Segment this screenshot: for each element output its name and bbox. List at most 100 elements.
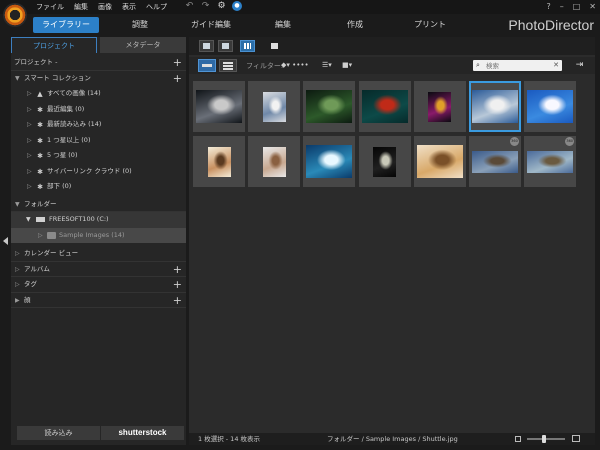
expand-arrow-icon[interactable]: ▷ (27, 148, 32, 164)
help-button[interactable]: ? (546, 1, 550, 12)
folder-item-label: Sample Images (14) (59, 230, 125, 239)
expand-arrow-icon[interactable]: ▷ (15, 246, 20, 262)
smart-collection-item[interactable]: ▷ ▲ すべての画像 (14) (11, 86, 186, 102)
photo-image (361, 90, 408, 123)
zoom-in-icon[interactable] (572, 435, 580, 442)
tab-edit[interactable]: 編集 (268, 17, 298, 33)
add-album-icon[interactable]: + (173, 262, 182, 278)
zoom-slider-thumb[interactable] (542, 435, 547, 443)
sort-dropdown[interactable]: ☰▾ (322, 60, 332, 71)
photo-thumbnail-jumping-man[interactable] (524, 81, 577, 132)
zoom-out-icon[interactable] (515, 436, 521, 442)
single-view-button[interactable] (199, 40, 214, 52)
folder-header[interactable]: ▼ フォルダー (11, 197, 186, 213)
smart-collection-header[interactable]: ▼ スマート コレクション + (11, 71, 186, 87)
export-button[interactable]: ⇥ (571, 59, 588, 72)
photo-thumbnail-forest-path[interactable] (303, 81, 356, 132)
minimize-button[interactable]: – (560, 1, 564, 12)
add-project-icon[interactable]: + (173, 55, 182, 71)
close-button[interactable]: ✕ (589, 1, 596, 12)
maximize-button[interactable]: □ (573, 1, 581, 12)
collapse-arrow-icon[interactable]: ▼ (15, 197, 20, 213)
add-tag-icon[interactable]: + (173, 277, 182, 293)
expand-arrow-icon[interactable]: ▶ (15, 293, 20, 309)
photo-thumbnail-woman-smile[interactable] (193, 136, 245, 187)
photo-thumbnail-model-portrait[interactable] (248, 81, 301, 132)
clear-search-icon[interactable]: ✕ (553, 60, 559, 71)
add-face-icon[interactable]: + (173, 293, 182, 309)
photo-thumbnail-child-portrait[interactable] (248, 136, 301, 187)
photo-image (196, 90, 242, 123)
tab-print[interactable]: プリント (410, 17, 450, 33)
smart-collection-item[interactable]: ▷ ✱ 1 つ星以上 (0) (11, 133, 186, 149)
photo-thumbnail-panorama-360-b[interactable]: 360 (524, 136, 577, 187)
photo-thumbnail-panorama-360-a[interactable]: 360 (469, 136, 521, 187)
smart-collection-item[interactable]: ▷ ✱ 5 つ星 (0) (11, 148, 186, 164)
search-input[interactable] (486, 60, 548, 71)
tab-library[interactable]: ライブラリー (33, 17, 99, 33)
tab-adjust[interactable]: 調整 (120, 17, 160, 33)
smart-collection-item[interactable]: ▷ ✱ サイバーリンク クラウド (0) (11, 164, 186, 180)
sparkle-icon: ✱ (37, 136, 43, 145)
undo-icon[interactable]: ↶ (184, 1, 195, 12)
expand-arrow-icon[interactable]: ▷ (27, 133, 32, 149)
display-toggle-button[interactable] (267, 40, 282, 52)
photo-image (472, 150, 518, 173)
calendar-view-header[interactable]: ▷ カレンダー ビュー (11, 246, 186, 262)
compare-view-button[interactable] (218, 40, 233, 52)
library-tree: プロジェクト - + ▼ スマート コレクション + ▷ ▲ すべての画像 (14)… (11, 55, 186, 308)
menu-bar: ファイル 編集 画像 表示 ヘルプ ↶ ↷ ⚙ ● ? – □ ✕ (0, 0, 600, 14)
collapse-arrow-icon[interactable]: ▼ (26, 212, 31, 228)
expand-arrow-icon[interactable]: ▷ (27, 86, 32, 102)
expand-arrow-icon[interactable]: ▷ (15, 262, 20, 278)
menu-item[interactable]: 表示 (122, 2, 136, 12)
tab-create[interactable]: 作成 (340, 17, 370, 33)
collapse-panel-arrow-icon[interactable] (3, 237, 8, 245)
shutterstock-button[interactable]: shutterstock (101, 426, 184, 440)
account-icon[interactable]: ● (232, 1, 242, 11)
photo-thumbnail-colorful-lights[interactable] (413, 81, 466, 132)
tab-project[interactable]: プロジェクト (11, 37, 97, 53)
menu-item[interactable]: ファイル (36, 2, 64, 12)
collapse-arrow-icon[interactable]: ▼ (15, 71, 20, 87)
expand-arrow-icon[interactable]: ▷ (27, 164, 32, 180)
flag-filter-dropdown[interactable]: ◆▾ •••• (281, 60, 309, 71)
zoom-slider[interactable] (527, 435, 565, 443)
color-label-dropdown[interactable]: ■▾ (342, 60, 352, 71)
expand-arrow-icon[interactable]: ▷ (27, 179, 32, 195)
project-row[interactable]: プロジェクト - + (11, 55, 186, 71)
menu-item[interactable]: 編集 (74, 2, 88, 12)
photo-thumbnail-spotlight-woman[interactable] (193, 81, 245, 132)
expand-arrow-icon[interactable]: ▷ (27, 117, 32, 133)
sample-images-folder[interactable]: ▷ Sample Images (14) (11, 227, 186, 244)
expand-arrow-icon[interactable]: ▷ (15, 277, 20, 293)
thumbnail-strip-button[interactable] (198, 59, 216, 72)
photo-thumbnail-shuttle-launch[interactable] (469, 81, 521, 132)
photo-image (306, 145, 353, 178)
album-header[interactable]: ▷ アルバム + (11, 262, 186, 278)
add-smart-collection-icon[interactable]: + (173, 71, 182, 87)
current-path: フォルダー / Sample Images / Shuttle.jpg (327, 435, 458, 443)
grid-view-button[interactable] (240, 40, 255, 52)
face-header[interactable]: ▶ 顔 + (11, 293, 186, 309)
smart-collection-item[interactable]: ▷ ✱ 最近編集 (0) (11, 102, 186, 118)
photo-thumbnail-red-leaf-water[interactable] (358, 81, 411, 132)
redo-icon[interactable]: ↷ (200, 1, 211, 12)
smart-collection-item[interactable]: ▷ ✱ 部下 (0) (11, 179, 186, 195)
menu-item[interactable]: 画像 (98, 2, 112, 12)
tab-guided-edit[interactable]: ガイド編集 (186, 17, 236, 33)
tab-metadata[interactable]: メタデータ (100, 37, 186, 53)
photo-thumbnail-ocean-wave[interactable] (303, 136, 356, 187)
photo-thumbnail-dark-figure[interactable] (358, 136, 411, 187)
smart-collection-item[interactable]: ▷ ✱ 最新読み込み (14) (11, 117, 186, 133)
drive-item[interactable]: ▼ FREESOFT100 (C:) (11, 212, 186, 228)
tag-header[interactable]: ▷ タグ + (11, 277, 186, 293)
settings-gear-icon[interactable]: ⚙ (216, 1, 227, 12)
menu-item[interactable]: ヘルプ (146, 2, 167, 12)
import-button[interactable]: 読み込み (17, 426, 100, 440)
expand-arrow-icon[interactable]: ▷ (27, 102, 32, 118)
list-view-button[interactable] (219, 59, 237, 72)
expand-arrow-icon[interactable]: ▷ (38, 228, 43, 244)
undo-redo-group: ↶ ↷ ⚙ ● (184, 1, 242, 12)
photo-thumbnail-woman-lying[interactable] (413, 136, 466, 187)
